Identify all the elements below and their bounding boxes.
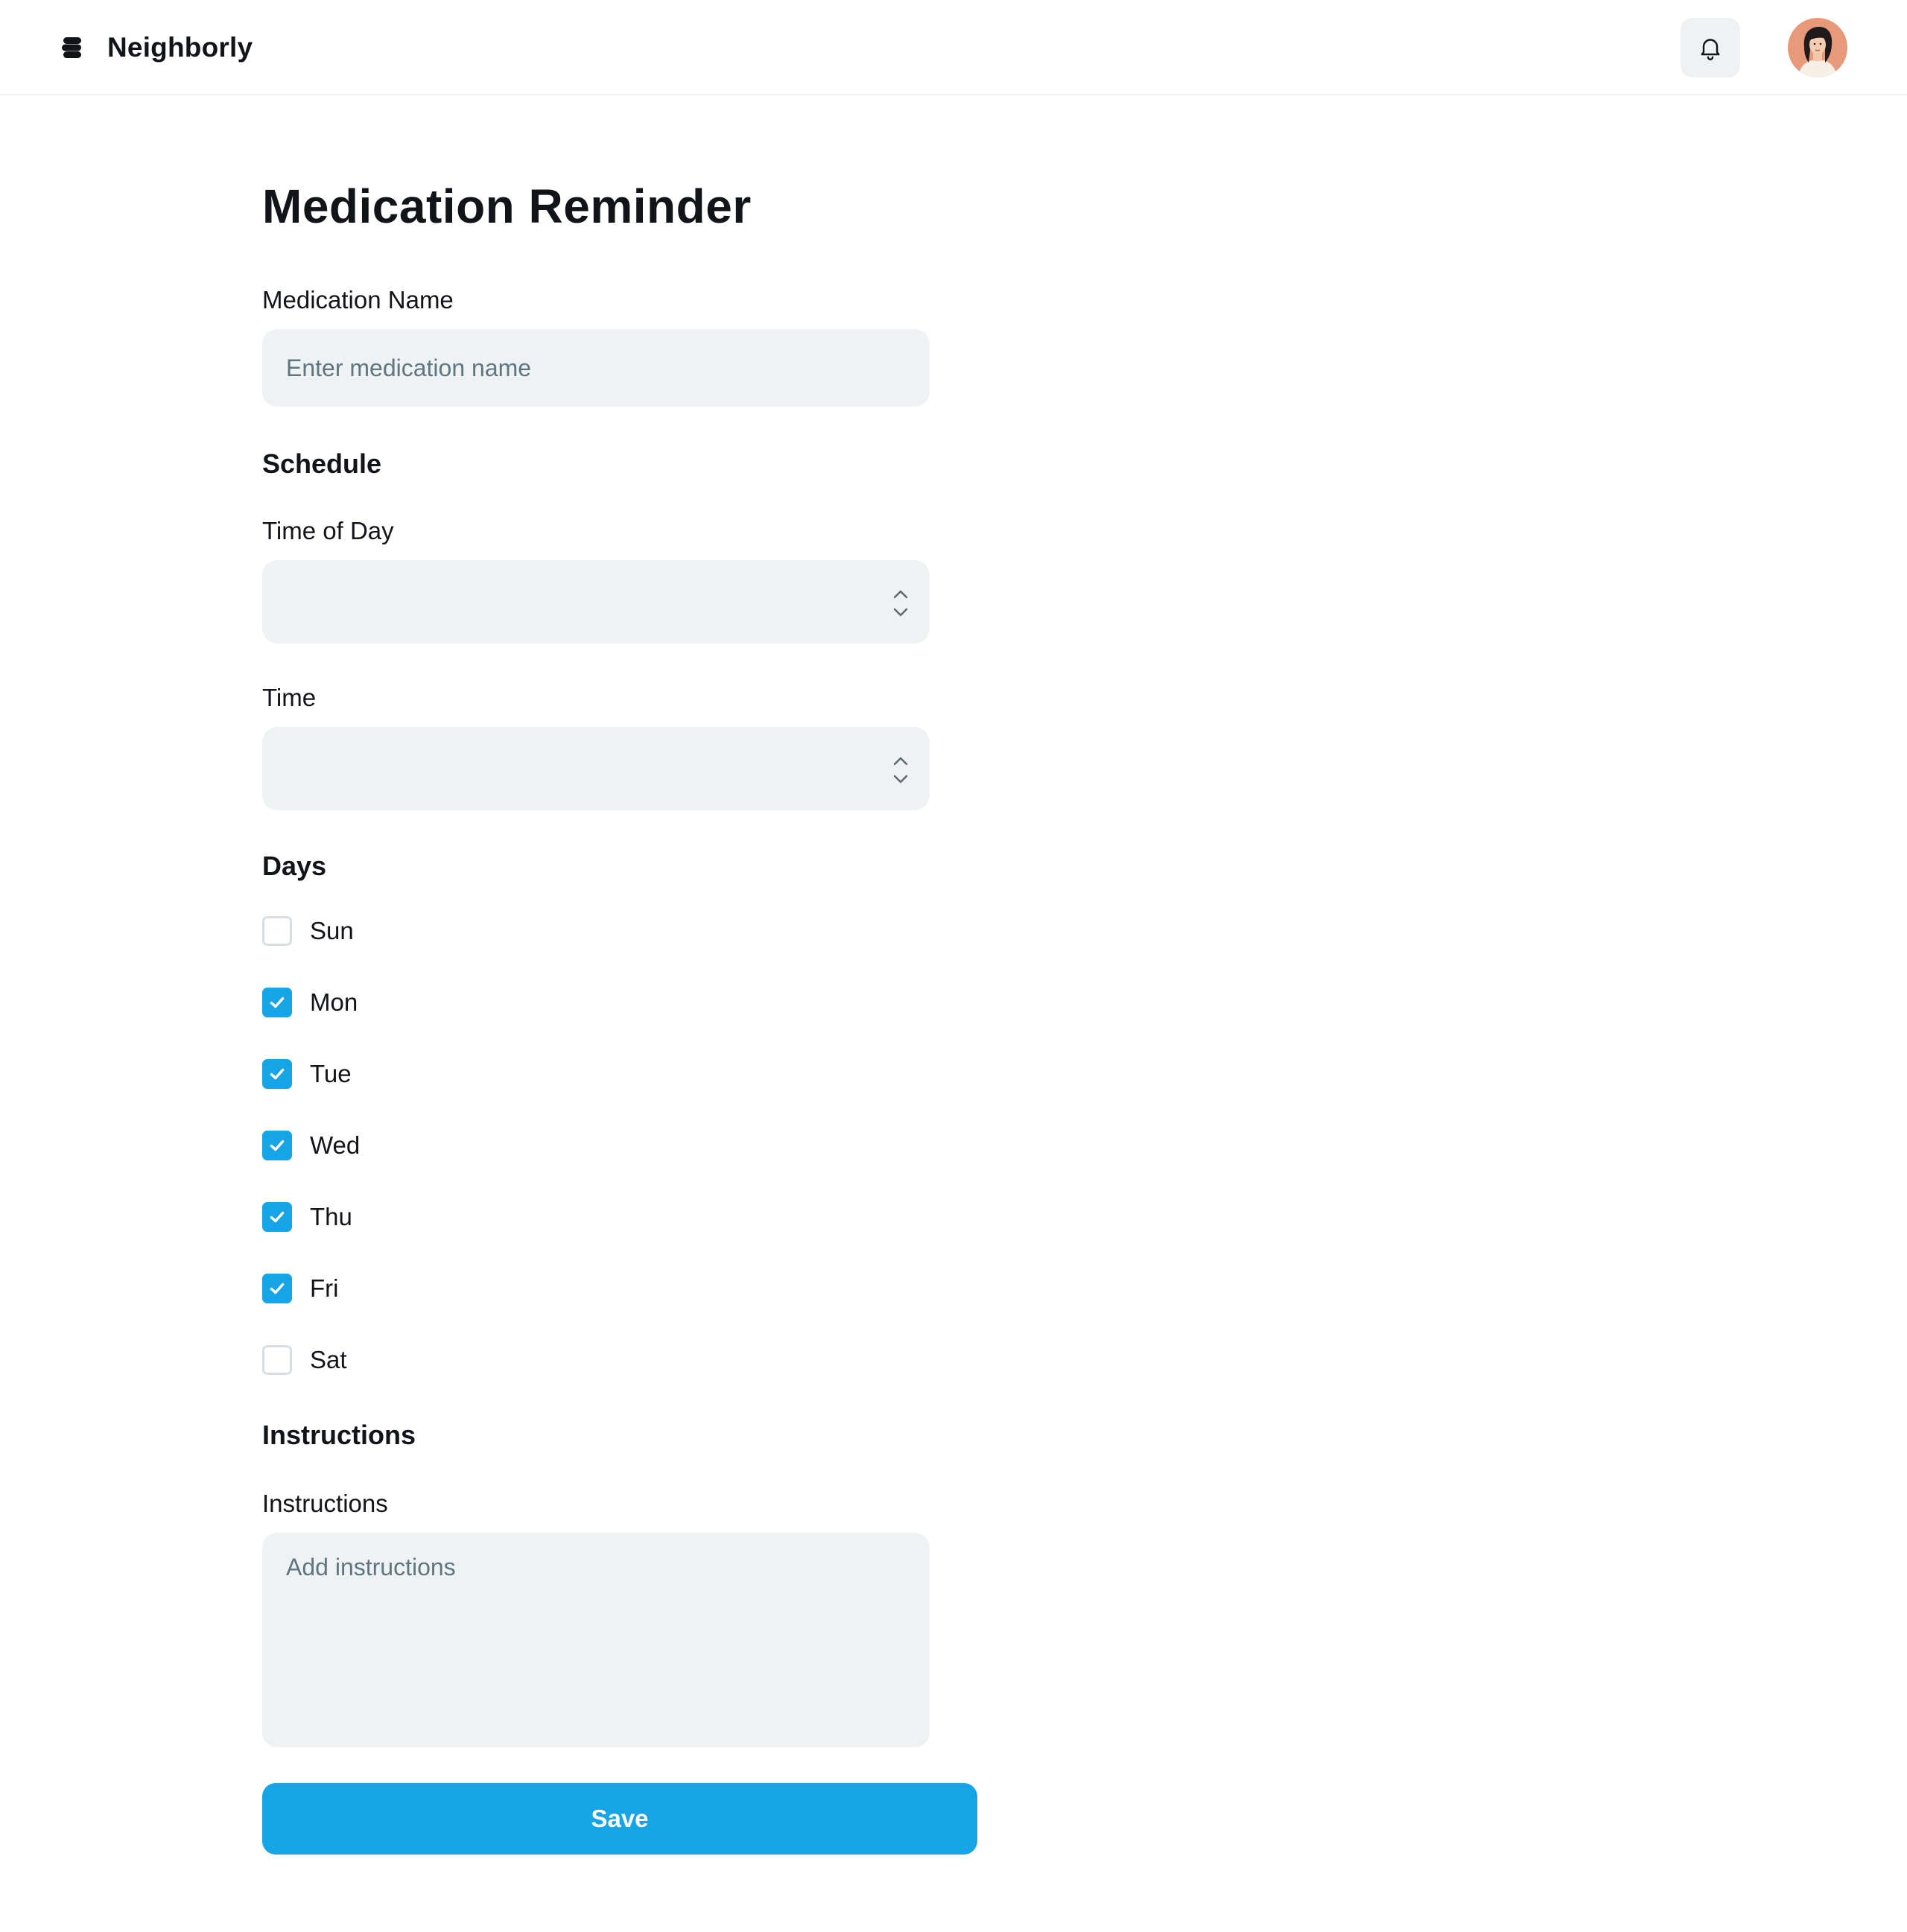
day-checkbox-thu[interactable]: Thu [262,1201,352,1233]
checkbox[interactable] [262,1059,292,1089]
day-label: Thu [310,1203,352,1230]
checkmark-icon [270,997,285,1008]
medication-name-input[interactable] [262,329,930,407]
bell-icon [1701,39,1720,60]
day-checkbox-sat[interactable]: Sat [262,1344,347,1376]
brand-name: Neighborly [107,32,253,63]
checkmark-icon [270,1283,285,1294]
checkbox[interactable] [262,1131,292,1160]
time-label: Time [262,684,317,711]
day-label: Sun [310,917,354,944]
chevron-up-down-icon [893,757,908,784]
checkbox[interactable] [262,916,292,946]
day-label: Fri [310,1274,339,1302]
checkbox[interactable] [262,988,292,1017]
time-select[interactable] [262,727,930,810]
instructions-textarea[interactable] [262,1533,930,1747]
checkbox[interactable] [262,1274,292,1303]
instructions-label: Instructions [262,1490,388,1517]
time-of-day-label: Time of Day [262,517,394,544]
day-checkbox-mon[interactable]: Mon [262,986,358,1019]
day-label: Sat [310,1346,347,1373]
brand[interactable]: Neighborly [60,30,253,66]
top-bar: Neighborly [0,0,1907,95]
checkmark-icon [270,1211,285,1223]
chevron-up-down-icon [893,590,908,617]
page-title: Medication Reminder [262,179,752,233]
stacked-layers-icon [62,37,81,58]
save-button[interactable]: Save [262,1783,977,1855]
medication-name-label: Medication Name [262,286,454,314]
avatar[interactable] [1788,18,1847,77]
days-heading: Days [262,851,327,881]
checkmark-icon [270,1068,285,1080]
day-label: Mon [310,988,358,1016]
day-label: Tue [310,1060,352,1087]
time-of-day-select[interactable] [262,560,930,644]
day-checkbox-fri[interactable]: Fri [262,1272,338,1305]
notifications-button[interactable] [1681,18,1740,77]
schedule-heading: Schedule [262,448,382,479]
day-label: Wed [310,1131,361,1159]
checkbox[interactable] [262,1345,292,1375]
instructions-heading: Instructions [262,1420,416,1450]
checkmark-icon [270,1140,285,1151]
day-checkbox-tue[interactable]: Tue [262,1058,352,1090]
user-avatar-image [1788,18,1847,77]
checkbox[interactable] [262,1202,292,1232]
day-checkbox-wed[interactable]: Wed [262,1129,360,1162]
day-checkbox-sun[interactable]: Sun [262,915,354,947]
